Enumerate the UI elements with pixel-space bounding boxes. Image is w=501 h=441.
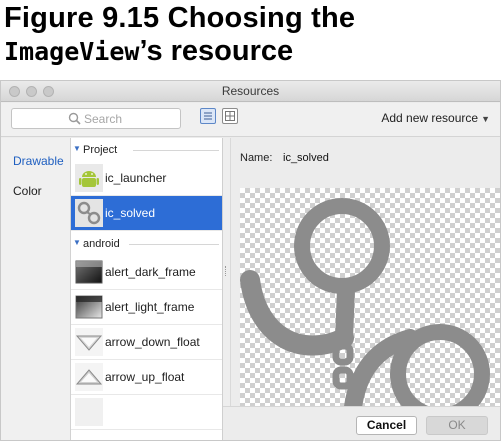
dark-frame-icon bbox=[75, 260, 103, 284]
resource-list: ▼ Project ic_launcher ic_solved ▼ androi… bbox=[71, 138, 223, 440]
window-title: Resources bbox=[221, 84, 280, 98]
resource-thumbnail-icon bbox=[75, 398, 103, 426]
resources-dialog: Resources Search Add new resource ▼ Draw… bbox=[0, 80, 501, 441]
group-name: Project bbox=[83, 144, 118, 156]
list-item-arrow-down-float[interactable]: arrow_down_float bbox=[71, 325, 222, 360]
disclosure-triangle-icon: ▼ bbox=[73, 238, 81, 247]
handcuffs-icon bbox=[75, 199, 103, 227]
light-frame-icon bbox=[75, 295, 103, 319]
title-bar: Resources bbox=[1, 81, 500, 102]
grid-view-icon bbox=[225, 111, 235, 121]
arrow-down-icon bbox=[75, 328, 103, 356]
figure-caption-line2: ImageView’s resource bbox=[4, 35, 499, 68]
list-view-icon bbox=[204, 112, 212, 120]
list-item-ic-solved[interactable]: ic_solved bbox=[71, 196, 222, 231]
list-item-alert-dark-frame[interactable]: alert_dark_frame bbox=[71, 255, 222, 290]
item-label: arrow_up_float bbox=[105, 370, 185, 384]
add-new-resource-dropdown[interactable]: Add new resource ▼ bbox=[381, 111, 490, 125]
android-launcher-icon bbox=[75, 164, 103, 192]
cancel-button[interactable]: Cancel bbox=[356, 416, 417, 435]
arrow-up-icon bbox=[75, 363, 103, 391]
resource-detail-panel: Name: ic_solved bbox=[231, 138, 500, 406]
item-label: alert_light_frame bbox=[105, 300, 195, 314]
figure-caption-rest: ’s resource bbox=[139, 35, 294, 67]
list-item-partial[interactable] bbox=[71, 395, 222, 430]
group-divider bbox=[129, 244, 219, 245]
name-value: ic_solved bbox=[283, 152, 329, 164]
name-label: Name: bbox=[240, 152, 273, 164]
group-name: android bbox=[83, 238, 120, 250]
grid-view-button[interactable] bbox=[222, 108, 238, 124]
dialog-button-bar: Cancel OK bbox=[223, 406, 500, 440]
ok-button[interactable]: OK bbox=[426, 416, 488, 435]
search-placeholder: Search bbox=[84, 112, 123, 126]
figure-caption: Figure 9.15 Choosing the ImageView’s res… bbox=[4, 2, 499, 74]
item-label: ic_launcher bbox=[105, 171, 167, 185]
item-label: ic_solved bbox=[105, 206, 156, 220]
toolbar: Search Add new resource ▼ bbox=[1, 103, 500, 137]
group-divider bbox=[133, 150, 219, 151]
list-item-ic-launcher[interactable]: ic_launcher bbox=[71, 161, 222, 196]
category-drawable[interactable]: Drawable bbox=[13, 154, 64, 168]
list-item-arrow-up-float[interactable]: arrow_up_float bbox=[71, 360, 222, 395]
category-color[interactable]: Color bbox=[13, 184, 42, 198]
group-header-android[interactable]: ▼ android bbox=[71, 235, 222, 255]
figure-caption-code: ImageView bbox=[4, 37, 140, 66]
item-label: arrow_down_float bbox=[105, 335, 200, 349]
disclosure-triangle-icon: ▼ bbox=[73, 144, 81, 153]
handcuffs-icon bbox=[240, 198, 490, 406]
resource-type-list: Drawable Color bbox=[1, 138, 71, 440]
chevron-down-icon: ▼ bbox=[481, 114, 490, 124]
figure-caption-line1: Figure 9.15 Choosing the bbox=[4, 2, 356, 34]
splitter-grip-icon bbox=[225, 266, 228, 276]
item-label: alert_dark_frame bbox=[105, 265, 196, 279]
search-input[interactable]: Search bbox=[11, 108, 181, 129]
list-item-alert-light-frame[interactable]: alert_light_frame bbox=[71, 290, 222, 325]
add-new-resource-label: Add new resource bbox=[381, 111, 479, 125]
list-view-button[interactable] bbox=[200, 108, 216, 124]
resource-preview bbox=[240, 188, 500, 406]
group-header-project[interactable]: ▼ Project bbox=[71, 141, 222, 161]
search-icon bbox=[68, 112, 81, 125]
panel-splitter[interactable] bbox=[223, 138, 231, 440]
